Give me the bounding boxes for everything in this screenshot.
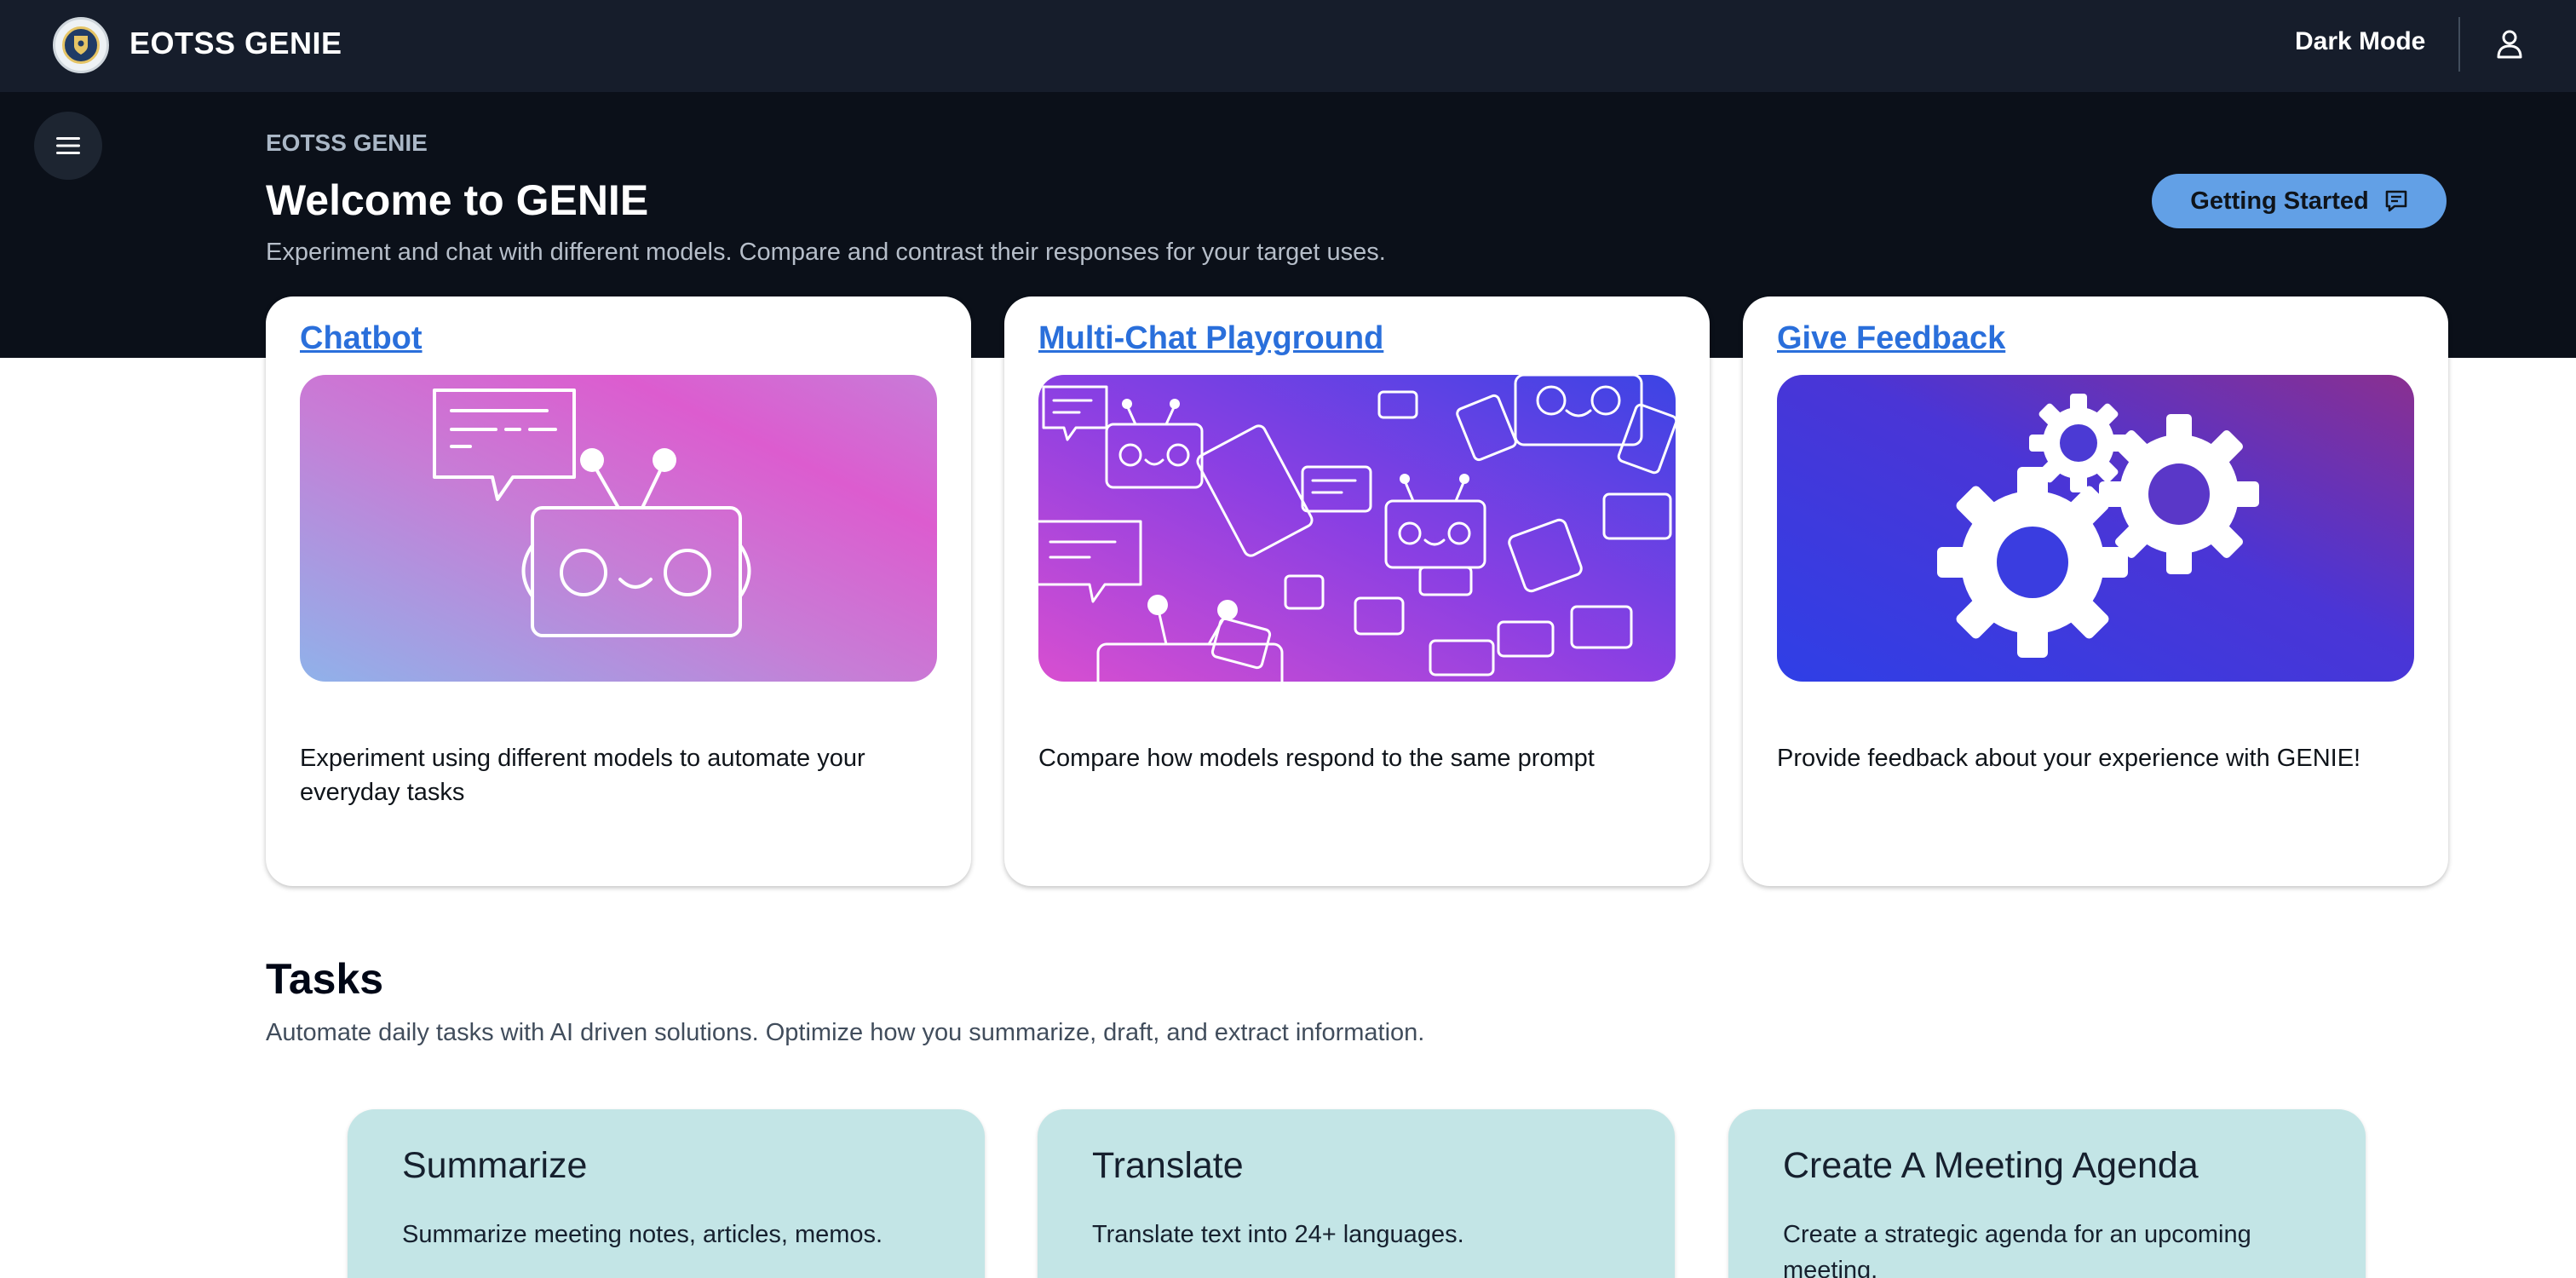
- dark-mode-toggle[interactable]: Dark Mode: [2295, 27, 2425, 56]
- task-title: Create A Meeting Agenda: [1783, 1145, 2199, 1186]
- multi-chat-playground-link[interactable]: Multi-Chat Playground: [1038, 320, 1383, 357]
- tasks-section-title: Tasks: [266, 955, 384, 1003]
- give-feedback-description: Provide feedback about your experience w…: [1777, 745, 2361, 772]
- task-card-summarize[interactable]: Summarize Summarize meeting notes, artic…: [348, 1109, 985, 1278]
- top-navigation: EOTSS GENIE Dark Mode: [0, 0, 2576, 92]
- task-card-create-meeting-agenda[interactable]: Create A Meeting Agenda Create a strateg…: [1728, 1109, 2366, 1278]
- gears-illustration[interactable]: [1777, 375, 2414, 682]
- side-menu-button[interactable]: [34, 112, 102, 180]
- task-description: Summarize meeting notes, articles, memos…: [402, 1221, 883, 1248]
- card-give-feedback: Give Feedback Provide feedback about you…: [1743, 296, 2448, 886]
- brand-name[interactable]: EOTSS GENIE: [129, 26, 342, 61]
- task-title: Translate: [1092, 1145, 1244, 1186]
- task-title: Summarize: [402, 1145, 588, 1186]
- user-profile-button[interactable]: [2486, 20, 2533, 68]
- tasks-section-subtitle: Automate daily tasks with AI driven solu…: [266, 1019, 1425, 1046]
- page-title: Welcome to GENIE: [266, 176, 649, 224]
- many-robots-illustration[interactable]: [1038, 375, 1676, 682]
- getting-started-label: Getting Started: [2190, 187, 2369, 215]
- multi-chat-playground-description: Compare how models respond to the same p…: [1038, 745, 1595, 772]
- card-chatbot: Chatbot Experiment using different model…: [266, 296, 971, 886]
- getting-started-button[interactable]: Getting Started: [2152, 174, 2447, 228]
- nav-divider: [2458, 17, 2460, 72]
- card-multi-chat-playground: Multi-Chat Playground Compare how models…: [1004, 296, 1710, 886]
- breadcrumb[interactable]: EOTSS GENIE: [266, 130, 428, 157]
- chatbot-description: Experiment using different models to aut…: [300, 745, 865, 806]
- page-subtitle: Experiment and chat with different model…: [266, 239, 1386, 266]
- state-seal-logo: [53, 17, 109, 73]
- hamburger-menu-icon: [56, 137, 80, 154]
- task-card-translate[interactable]: Translate Translate text into 24+ langua…: [1038, 1109, 1675, 1278]
- give-feedback-link[interactable]: Give Feedback: [1777, 320, 2005, 357]
- chatbot-link[interactable]: Chatbot: [300, 320, 423, 357]
- robot-chat-illustration[interactable]: [300, 375, 937, 682]
- task-description: Translate text into 24+ languages.: [1092, 1221, 1464, 1248]
- task-description: Create a strategic agenda for an upcomin…: [1783, 1221, 2251, 1278]
- user-icon: [2497, 30, 2522, 59]
- chat-bubble-icon: [2385, 190, 2407, 212]
